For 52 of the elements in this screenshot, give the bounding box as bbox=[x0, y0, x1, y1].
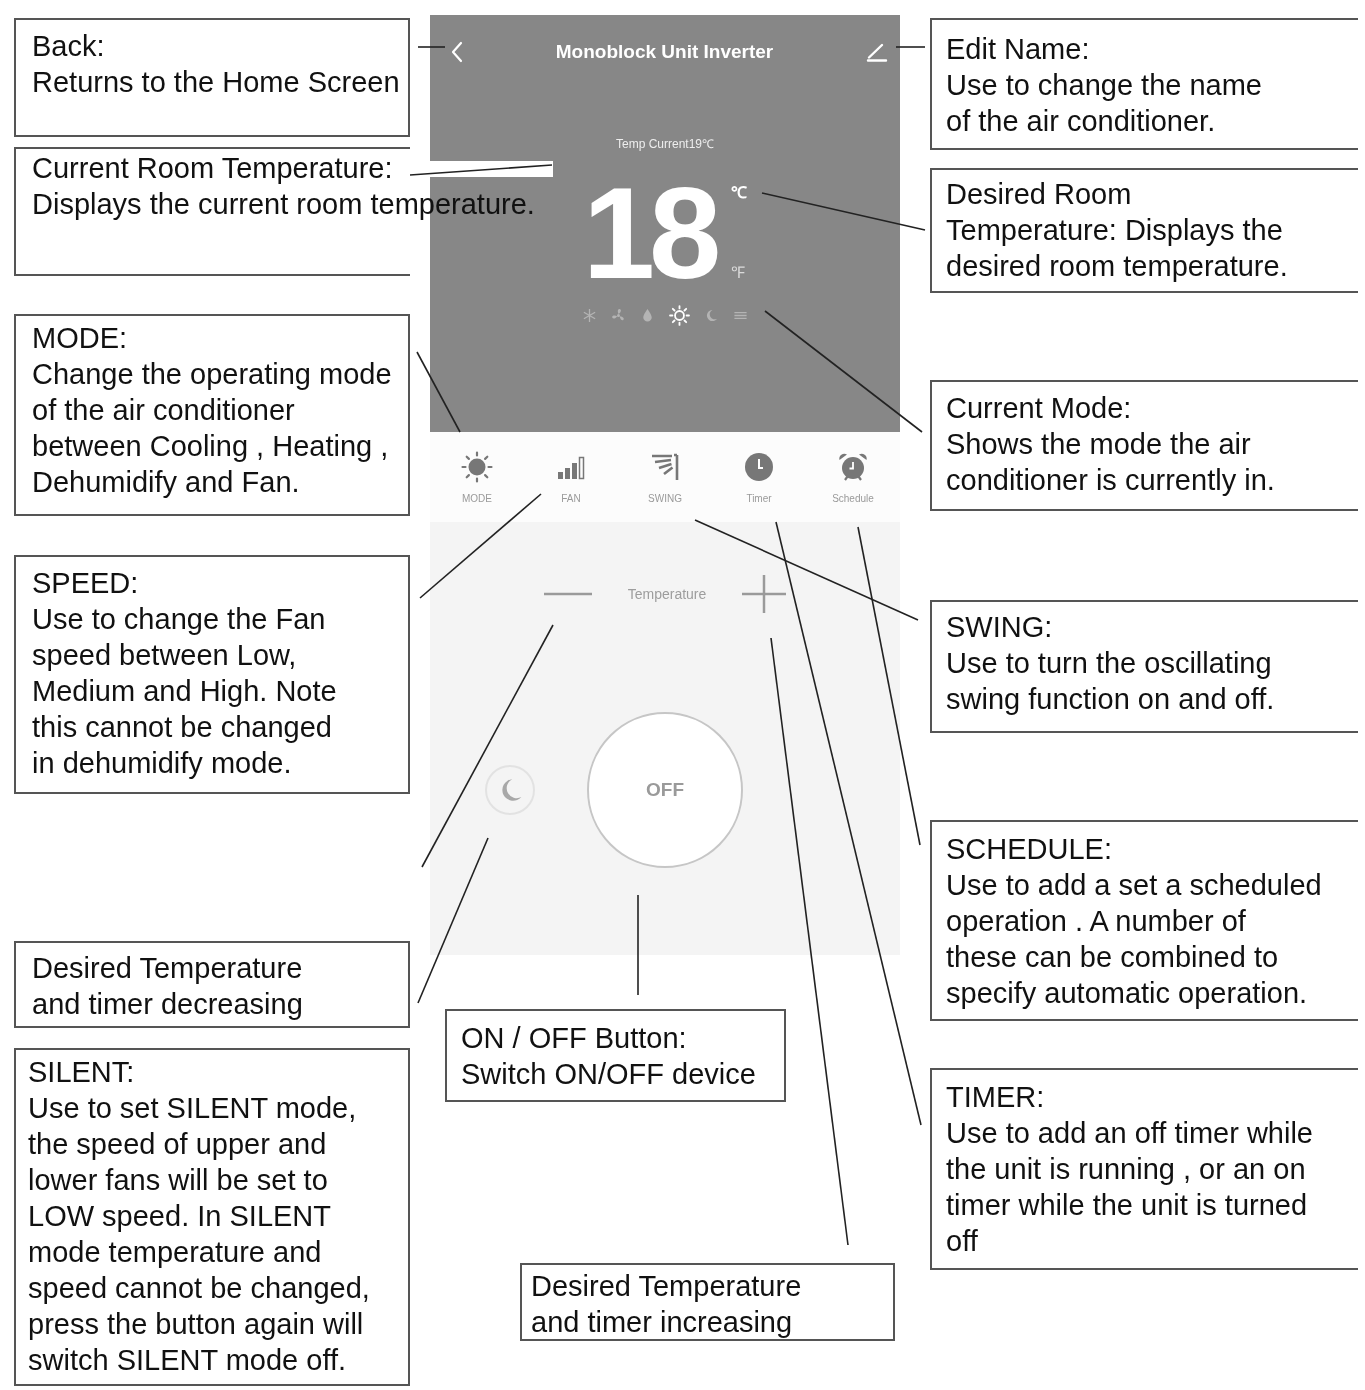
callout-text: Use to add a set a scheduled operation . A number of these can be combined to specify automatic operation. bbox=[946, 868, 1322, 1011]
plus-icon[interactable] bbox=[742, 575, 787, 613]
set-temperature: 18 bbox=[582, 183, 716, 283]
power-button[interactable]: OFF bbox=[587, 712, 743, 868]
toolbar-button[interactable]: Schedule bbox=[832, 451, 874, 506]
callout-title: Back: bbox=[32, 29, 105, 64]
current-temperature: Temp Current19℃ bbox=[615, 136, 714, 153]
callout-text: Switch ON/OFF device bbox=[461, 1057, 756, 1092]
sun-icon bbox=[461, 451, 493, 483]
callout-title: SPEED: bbox=[32, 566, 139, 601]
back-chevron-icon[interactable] bbox=[451, 41, 463, 63]
clock-icon bbox=[743, 451, 775, 483]
drop-icon[interactable] bbox=[640, 307, 655, 323]
callout-text: Use to change the Fan speed between Low, Medium and High. Note this cannot be changed in dehumidify mode. bbox=[32, 602, 337, 781]
moon-button[interactable] bbox=[485, 765, 535, 815]
toolbar-button[interactable]: SWING bbox=[648, 451, 682, 506]
temperature-label: Temperature bbox=[627, 586, 707, 602]
toolbar-button[interactable]: Timer bbox=[743, 451, 775, 506]
callout-text: Returns to the Home Screen bbox=[32, 65, 400, 100]
callout-text: Use to turn the oscillating swing function on and off. bbox=[946, 646, 1275, 717]
callout-text: Change the operating mode of the air conditioner between Cooling , Heating , Dehumidify and Fan. bbox=[32, 357, 392, 500]
callout-text: Use to change the name of the air conditioner. bbox=[946, 68, 1262, 139]
toolbar-button[interactable]: FAN bbox=[555, 451, 587, 506]
louver-lines-icon bbox=[649, 451, 681, 483]
moon-icon[interactable] bbox=[704, 307, 719, 323]
callout-title: SCHEDULE: bbox=[946, 832, 1112, 867]
callout-text: Use to set SILENT mode, the speed of upper and lower fans will be set to LOW speed. In SILENT mode temperature and speed cannot be changed, press the button again will switch SILENT mode off. bbox=[28, 1091, 370, 1378]
alarm-clock-icon bbox=[837, 451, 869, 483]
leader-line bbox=[895, 46, 926, 48]
callout-title: SWING: bbox=[946, 610, 1053, 645]
callout-title: TIMER: bbox=[946, 1080, 1045, 1115]
edit-icon[interactable] bbox=[866, 42, 888, 62]
callout-text: Use to add an off timer while the unit is running , or an on timer while the unit is turned off bbox=[946, 1116, 1313, 1259]
callout-text: Desired Temperature and timer increasing bbox=[531, 1269, 802, 1340]
callout-text: Desired Room Temperature: Displays the desired room temperature. bbox=[946, 177, 1288, 284]
callout-text: Shows the mode the air conditioner is currently in. bbox=[946, 427, 1275, 498]
unit-toggle[interactable]: ℉ bbox=[731, 263, 746, 283]
minus-icon[interactable] bbox=[543, 592, 592, 596]
callout-title: SILENT: bbox=[28, 1055, 135, 1090]
sun-icon[interactable] bbox=[669, 304, 690, 326]
callout-title: Current Mode: bbox=[946, 391, 1132, 426]
callout-title: ON / OFF Button: bbox=[461, 1021, 687, 1056]
callout-text: Desired Temperature and timer decreasing bbox=[32, 951, 303, 1022]
fan-icon[interactable] bbox=[611, 307, 626, 323]
snowflake-icon[interactable] bbox=[582, 307, 597, 323]
callout-title: Edit Name: bbox=[946, 32, 1090, 67]
unit-toggle[interactable]: ℃ bbox=[731, 183, 748, 203]
leader-line bbox=[417, 46, 446, 48]
callout-title: Current Room Temperature: bbox=[32, 151, 393, 186]
screen-title: Monoblock Unit Inverter bbox=[555, 41, 774, 63]
callout-title: MODE: bbox=[32, 321, 128, 356]
toolbar-button[interactable]: MODE bbox=[461, 451, 493, 506]
